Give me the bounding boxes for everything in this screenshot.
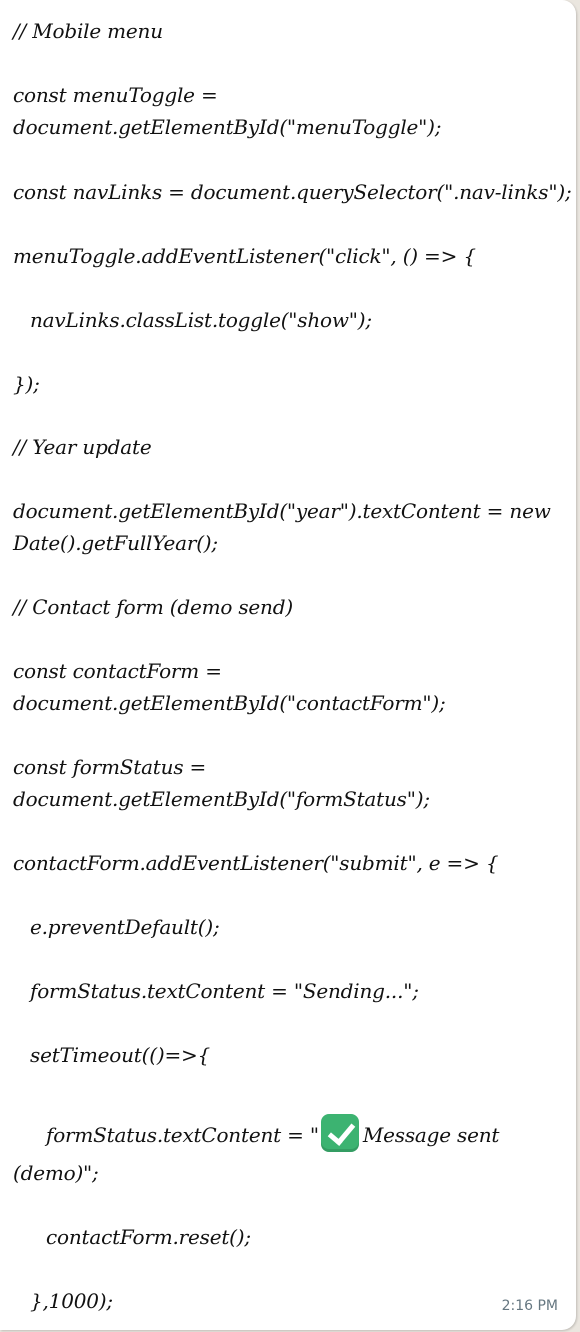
code-line: const contactForm = [13, 659, 222, 683]
code-text: Message sent [362, 1123, 500, 1147]
message-bubble[interactable]: // Mobile menu const menuToggle = docume… [0, 0, 576, 1330]
code-line: // Contact form (demo send) [13, 595, 293, 619]
code-line: Date().getFullYear(); [13, 531, 218, 555]
code-line: setTimeout(()=>{ [30, 1043, 211, 1067]
code-text: formStatus.textContent = " [46, 1123, 319, 1147]
code-line: document.getElementById("formStatus"); [13, 787, 430, 811]
code-line: menuToggle.addEventListener("click", () … [13, 244, 476, 268]
code-line: // Year update [13, 435, 152, 459]
code-line: formStatus.textContent = " Message sent [46, 1114, 558, 1152]
message-timestamp: 2:16 PM [501, 1298, 558, 1314]
code-line: contactForm.addEventListener("submit", e… [13, 851, 499, 875]
code-line: const formStatus = [13, 755, 207, 779]
code-line: formStatus.textContent = "Sending..."; [30, 979, 419, 1003]
code-line: document.getElementById("year").textCont… [13, 499, 551, 523]
code-line: document.getElementById("contactForm"); [13, 691, 446, 715]
code-line: const menuToggle = [13, 83, 218, 107]
check-mark-button-icon [320, 1114, 359, 1152]
code-line: document.getElementById("menuToggle"); [13, 115, 442, 139]
code-line: navLinks.classList.toggle("show"); [30, 308, 372, 332]
code-line: const navLinks = document.querySelector(… [13, 180, 572, 204]
code-line: // Mobile menu [13, 19, 163, 43]
code-line: e.preventDefault(); [30, 915, 220, 939]
code-line: },1000); [30, 1289, 113, 1313]
code-line: contactForm.reset(); [46, 1225, 251, 1249]
code-line: (demo)"; [13, 1161, 99, 1185]
code-line: }); [13, 372, 40, 396]
